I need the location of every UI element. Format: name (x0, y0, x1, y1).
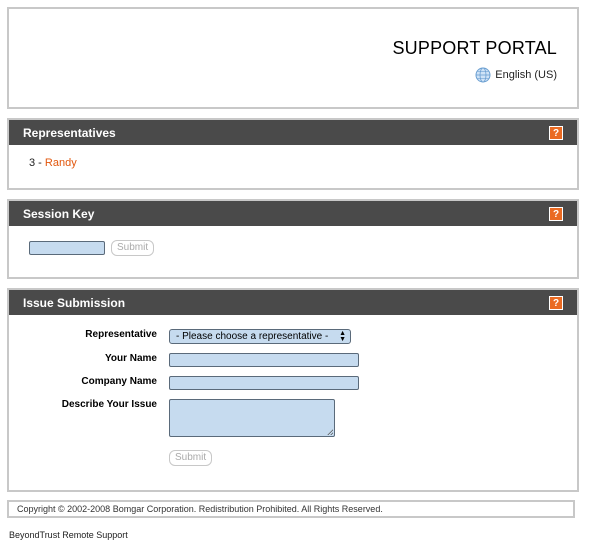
section-title: Session Key (23, 206, 95, 221)
representative-select-box[interactable]: - Please choose a representative - ▲ ▼ (169, 329, 351, 344)
company-name-field-wrap (169, 376, 359, 390)
session-key-section: Session Key ? Submit (7, 199, 579, 279)
language-label[interactable]: English (US) (495, 69, 557, 81)
representative-select[interactable]: - Please choose a representative - ▲ ▼ (169, 329, 351, 344)
session-key-header: Session Key ? (9, 201, 577, 226)
section-title: Issue Submission (23, 295, 126, 310)
representatives-section: Representatives ? 3 - Randy (7, 118, 579, 190)
updown-arrows-icon: ▲ ▼ (339, 329, 346, 343)
footer: Copyright © 2002-2008 Bomgar Corporation… (7, 500, 575, 518)
issue-submission-section: Issue Submission ? Representative - Plea… (7, 288, 579, 492)
brand-text: BeyondTrust Remote Support (9, 530, 128, 540)
help-icon[interactable]: ? (549, 206, 563, 221)
issue-submission-header: Issue Submission ? (9, 290, 577, 315)
page-title: SUPPORT PORTAL (392, 38, 557, 58)
language-selector[interactable]: English (US) (475, 67, 557, 83)
help-icon[interactable]: ? (549, 295, 563, 310)
representatives-list: 3 - Randy (9, 145, 577, 169)
session-key-submit-button[interactable]: Submit (111, 240, 155, 256)
rep-link-randy[interactable]: Randy (45, 157, 77, 169)
copyright-text: Copyright © 2002-2008 Bomgar Corporation… (17, 504, 383, 514)
representative-selected-value: - Please choose a representative - (176, 331, 329, 342)
session-key-form: Submit (9, 226, 577, 256)
describe-issue-textarea[interactable] (169, 399, 335, 437)
representative-label: Representative (85, 329, 157, 340)
your-name-label: Your Name (104, 353, 157, 364)
session-key-input[interactable] (29, 241, 105, 255)
representatives-header: Representatives ? (9, 120, 577, 145)
issue-submit-wrap: Submit (169, 450, 213, 466)
issue-submit-button[interactable]: Submit (169, 450, 213, 466)
company-name-input[interactable] (169, 376, 359, 390)
company-name-label: Company Name (81, 376, 157, 387)
your-name-field-wrap (169, 353, 359, 367)
describe-issue-label: Describe Your Issue (61, 399, 157, 410)
help-icon[interactable]: ? (549, 125, 563, 140)
your-name-input[interactable] (169, 353, 359, 367)
resize-grip-icon[interactable] (327, 429, 333, 435)
rep-number: 3 - (29, 157, 45, 169)
globe-icon (475, 67, 491, 83)
section-title: Representatives (23, 125, 116, 140)
describe-issue-field-wrap (169, 399, 335, 437)
portal-header: SUPPORT PORTAL English (US) (7, 7, 579, 109)
